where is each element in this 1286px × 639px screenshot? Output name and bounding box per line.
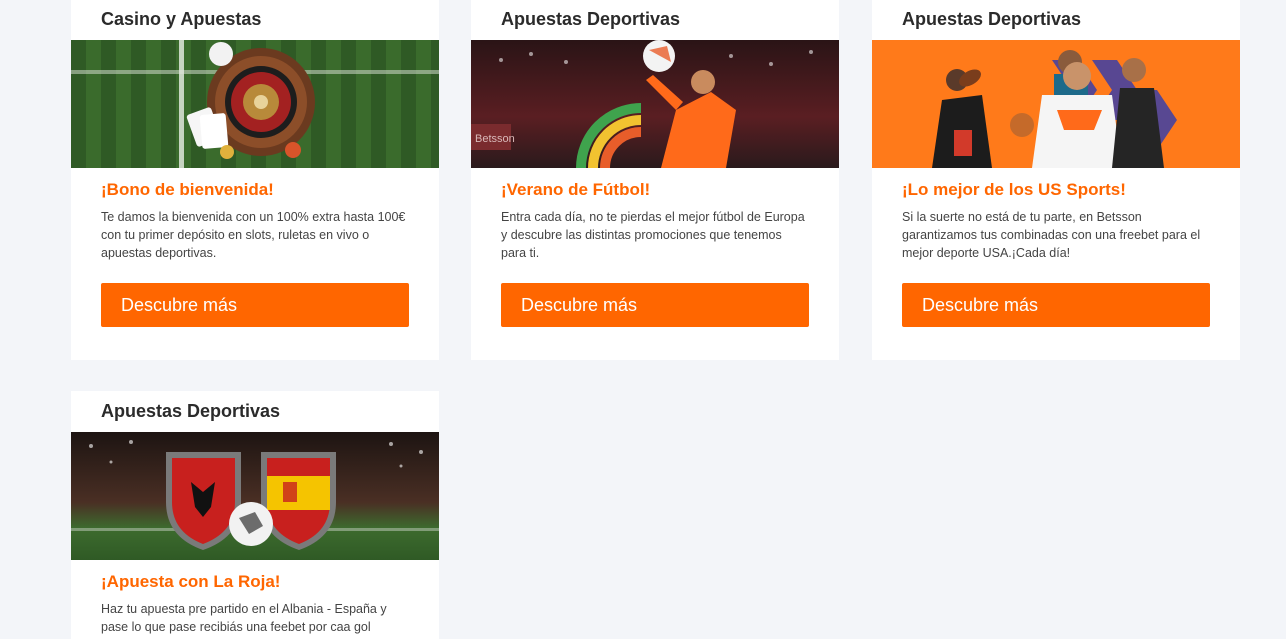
promo-card-us-sports: Apuestas Deportivas ¡Lo mejor de los US … xyxy=(872,0,1240,360)
promo-card-la-roja: Apuestas Deportivas ¡Apuesta con La Roja… xyxy=(71,391,439,639)
promotions-grid: Casino y Apuestas ¡Bono de bienvenida! T… xyxy=(0,0,1286,639)
discover-more-button[interactable]: Descubre más xyxy=(902,283,1210,327)
card-headline: ¡Verano de Fútbol! xyxy=(501,180,651,199)
discover-more-button[interactable]: Descubre más xyxy=(101,283,409,327)
card-description: Te damos la bienvenida con un 100% extra… xyxy=(101,210,406,260)
card-description: Entra cada día, no te pierdas el mejor f… xyxy=(501,210,805,260)
albania-spain-banner-image xyxy=(71,432,439,560)
card-category: Casino y Apuestas xyxy=(101,9,262,29)
discover-more-button[interactable]: Descubre más xyxy=(501,283,809,327)
card-category: Apuestas Deportivas xyxy=(902,9,1082,29)
football-player-banner-image: Betsson xyxy=(471,40,839,168)
card-headline: ¡Apuesta con La Roja! xyxy=(101,572,281,591)
promo-card-football-summer: Apuestas Deportivas Betsson ¡Verano de F… xyxy=(471,0,839,360)
betsson-board-text: Betsson xyxy=(475,133,515,145)
card-headline: ¡Lo mejor de los US Sports! xyxy=(902,180,1126,199)
card-category: Apuestas Deportivas xyxy=(101,401,281,421)
roulette-banner-image xyxy=(71,40,439,168)
card-description: Haz tu apuesta pre partido en el Albania… xyxy=(101,602,387,634)
card-headline: ¡Bono de bienvenida! xyxy=(101,180,274,199)
promo-card-casino-welcome: Casino y Apuestas ¡Bono de bienvenida! T… xyxy=(71,0,439,360)
card-description: Si la suerte no está de tu parte, en Bet… xyxy=(902,210,1201,260)
us-sports-banner-image xyxy=(872,40,1240,168)
card-category: Apuestas Deportivas xyxy=(501,9,681,29)
